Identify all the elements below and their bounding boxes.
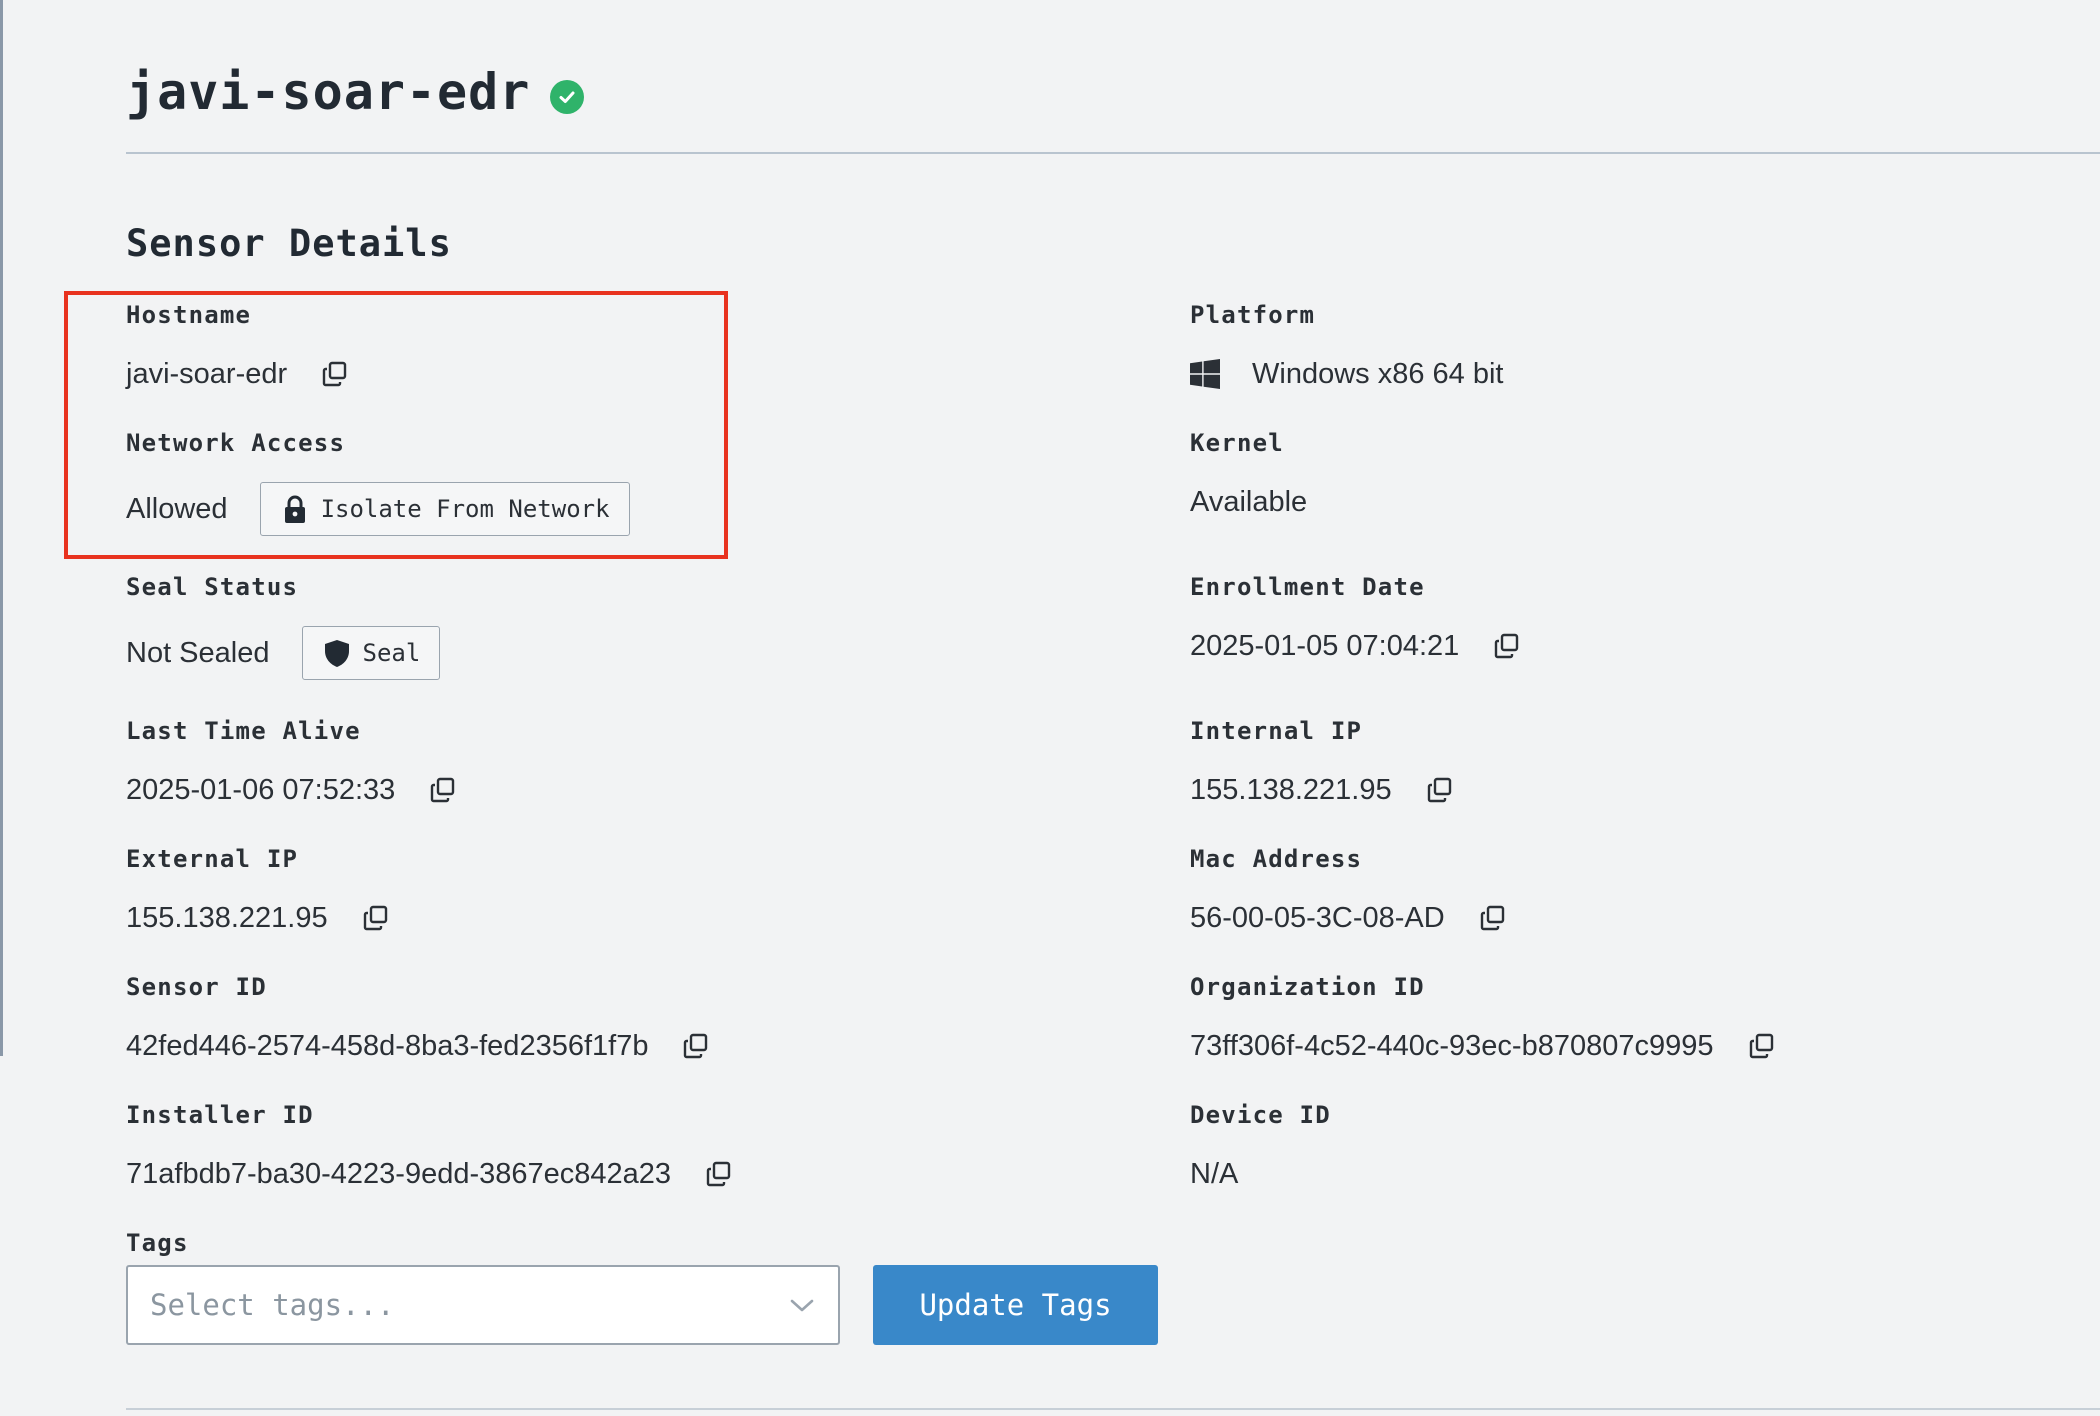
lock-icon xyxy=(281,494,309,524)
field-kernel: Kernel Available xyxy=(1190,428,1307,518)
seal-button-label: Seal xyxy=(362,639,421,667)
field-value-row: 155.138.221.95 xyxy=(126,900,390,936)
title-divider xyxy=(126,152,2100,154)
seal-button[interactable]: Seal xyxy=(301,626,440,680)
last-time-alive-value: 2025-01-06 07:52:33 xyxy=(126,774,396,806)
external-ip-value: 155.138.221.95 xyxy=(126,902,328,934)
page-title: javi-soar-edr xyxy=(126,63,531,121)
field-label: Hostname xyxy=(126,301,252,329)
field-label: Device ID xyxy=(1190,1101,1331,1129)
field-seal-status: Seal Status Not Sealed Seal xyxy=(126,572,440,680)
field-tags: Tags xyxy=(126,1228,189,1258)
field-label: Kernel xyxy=(1190,429,1284,457)
enrollment-date-value: 2025-01-05 07:04:21 xyxy=(1190,630,1460,662)
copy-icon[interactable] xyxy=(429,776,457,804)
check-circle-icon xyxy=(550,80,585,114)
hostname-value: javi-soar-edr xyxy=(126,358,288,390)
field-label: Network Access xyxy=(126,429,346,457)
field-last-time-alive: Last Time Alive 2025-01-06 07:52:33 xyxy=(126,716,455,806)
section-title: Sensor Details xyxy=(126,222,452,265)
bottom-divider xyxy=(126,1408,2100,1410)
field-platform: Platform Windows x86 64 bit xyxy=(1190,300,1503,390)
field-value-row: Available xyxy=(1190,484,1307,520)
field-value-row: 155.138.221.95 xyxy=(1190,772,1454,808)
page-header: javi-soar-edr xyxy=(126,62,585,122)
field-label: Organization ID xyxy=(1190,973,1425,1001)
field-hostname: Hostname javi-soar-edr xyxy=(126,300,347,390)
field-label: Installer ID xyxy=(126,1101,314,1129)
field-installer-id: Installer ID 71afbdb7-ba30-4223-9edd-386… xyxy=(126,1100,731,1190)
field-label: Mac Address xyxy=(1190,845,1363,873)
field-value-row: Allowed Isolate From Network xyxy=(126,482,630,536)
field-value-row: 2025-01-05 07:04:21 xyxy=(1190,628,1521,664)
network-access-value: Allowed xyxy=(126,493,228,525)
windows-icon xyxy=(1190,359,1220,389)
shield-icon xyxy=(323,638,351,668)
copy-icon[interactable] xyxy=(1748,1032,1776,1060)
field-value-row: Windows x86 64 bit xyxy=(1190,356,1503,392)
chevron-down-icon xyxy=(788,1291,816,1319)
field-value-row: 2025-01-06 07:52:33 xyxy=(126,772,457,808)
field-external-ip: External IP 155.138.221.95 xyxy=(126,844,387,934)
field-label: Internal IP xyxy=(1190,717,1363,745)
copy-icon[interactable] xyxy=(682,1032,710,1060)
internal-ip-value: 155.138.221.95 xyxy=(1190,774,1392,806)
sensor-id-value: 42fed446-2574-458d-8ba3-fed2356f1f7b xyxy=(126,1030,649,1062)
field-mac-address: Mac Address 56-00-05-3C-08-AD xyxy=(1190,844,1504,934)
field-value-row: Not Sealed Seal xyxy=(126,626,440,680)
copy-icon[interactable] xyxy=(362,904,390,932)
tags-label: Tags xyxy=(126,1229,189,1257)
field-label: Last Time Alive xyxy=(126,717,361,745)
mac-address-value: 56-00-05-3C-08-AD xyxy=(1190,902,1445,934)
field-value-row: 73ff306f-4c52-440c-93ec-b870807c9995 xyxy=(1190,1028,1776,1064)
field-value-row: 42fed446-2574-458d-8ba3-fed2356f1f7b xyxy=(126,1028,710,1064)
field-value-row: N/A xyxy=(1190,1156,1238,1192)
isolate-button-label: Isolate From Network xyxy=(320,495,610,523)
field-value-row: javi-soar-edr xyxy=(126,356,349,392)
platform-value: Windows x86 64 bit xyxy=(1252,358,1504,390)
field-label: Sensor ID xyxy=(126,973,267,1001)
field-label: Seal Status xyxy=(126,573,299,601)
device-id-value: N/A xyxy=(1190,1158,1239,1190)
copy-icon[interactable] xyxy=(321,360,349,388)
update-tags-button[interactable]: Update Tags xyxy=(873,1265,1158,1345)
left-edge-border xyxy=(0,0,3,1056)
organization-id-value: 73ff306f-4c52-440c-93ec-b870807c9995 xyxy=(1190,1030,1714,1062)
seal-status-value: Not Sealed xyxy=(126,637,270,669)
field-enrollment-date: Enrollment Date 2025-01-05 07:04:21 xyxy=(1190,572,1519,662)
copy-icon[interactable] xyxy=(705,1160,733,1188)
field-network-access: Network Access Allowed Isolate From Netw… xyxy=(126,428,630,536)
tags-select[interactable]: Select tags... xyxy=(126,1265,840,1345)
kernel-value: Available xyxy=(1190,486,1308,518)
field-label: Platform xyxy=(1190,301,1316,329)
field-value-row: 71afbdb7-ba30-4223-9edd-3867ec842a23 xyxy=(126,1156,733,1192)
field-value-row: 56-00-05-3C-08-AD xyxy=(1190,900,1507,936)
field-sensor-id: Sensor ID 42fed446-2574-458d-8ba3-fed235… xyxy=(126,972,708,1062)
field-internal-ip: Internal IP 155.138.221.95 xyxy=(1190,716,1451,806)
copy-icon[interactable] xyxy=(1493,632,1521,660)
tags-placeholder: Select tags... xyxy=(150,1288,395,1322)
field-organization-id: Organization ID 73ff306f-4c52-440c-93ec-… xyxy=(1190,972,1773,1062)
field-label: Enrollment Date xyxy=(1190,573,1425,601)
copy-icon[interactable] xyxy=(1426,776,1454,804)
copy-icon[interactable] xyxy=(1479,904,1507,932)
installer-id-value: 71afbdb7-ba30-4223-9edd-3867ec842a23 xyxy=(126,1158,672,1190)
field-device-id: Device ID N/A xyxy=(1190,1100,1331,1190)
isolate-from-network-button[interactable]: Isolate From Network xyxy=(259,482,630,536)
field-label: External IP xyxy=(126,845,299,873)
